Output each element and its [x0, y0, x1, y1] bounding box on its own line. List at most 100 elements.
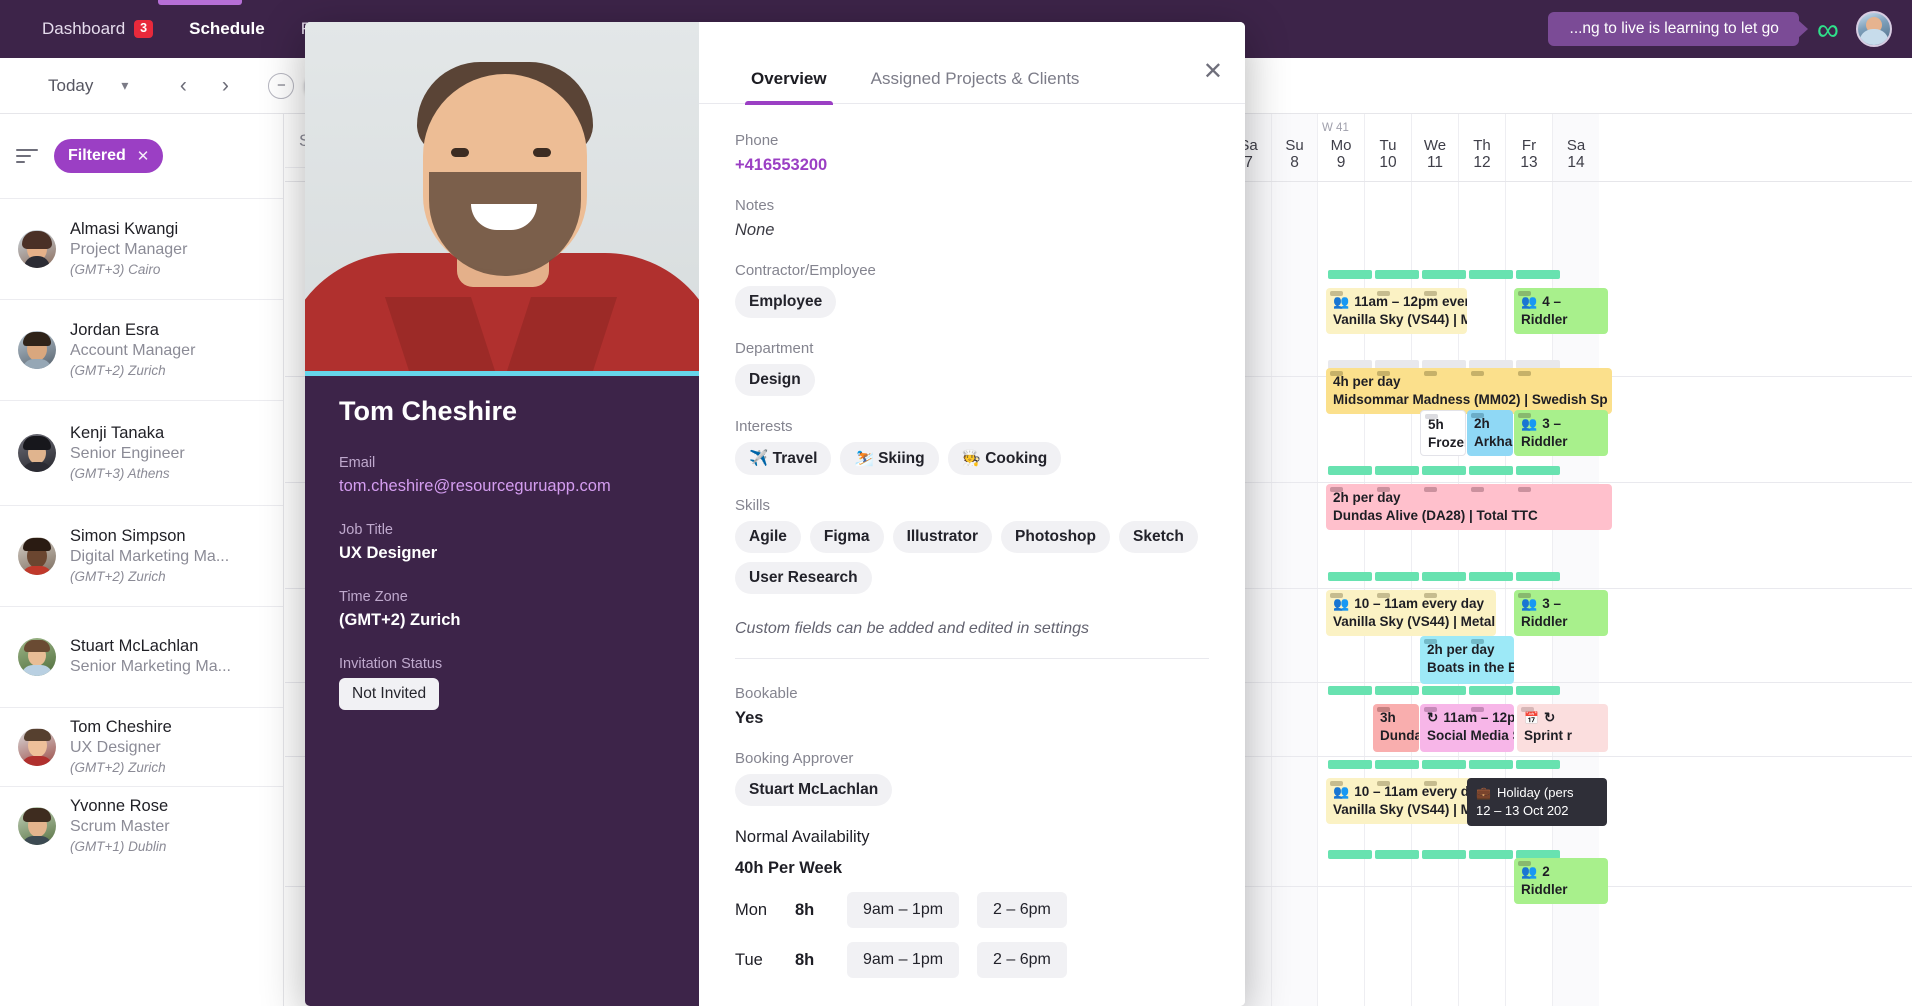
list-item[interactable]: Jordan Esra Account Manager (GMT+2) Zuri… [0, 299, 283, 400]
infinity-icon[interactable]: ∞ [1817, 14, 1839, 45]
minus-circle-icon[interactable]: − [268, 72, 295, 99]
page-title: Tom Cheshire [339, 396, 518, 426]
day-of-week: Tu [1379, 137, 1397, 154]
booking-block[interactable]: 5h Frozen [1420, 410, 1466, 456]
calendar-day-header[interactable]: Fr 13 [1505, 114, 1552, 181]
department-value: Design [735, 364, 1209, 396]
close-icon[interactable]: ✕ [1203, 60, 1223, 84]
avatar[interactable] [1856, 11, 1892, 47]
booking-title: Frozen [1428, 435, 1465, 451]
date-nav-arrows: ‹ › [168, 71, 240, 101]
modal-tabs: Overview Assigned Projects & Clients [699, 22, 1245, 105]
booking-block[interactable]: 3h Dundas [1373, 704, 1419, 752]
list-item[interactable]: Kenji Tanaka Senior Engineer (GMT+3) Ath… [0, 400, 283, 505]
tab-assigned-projects-clients[interactable]: Assigned Projects & Clients [849, 69, 1102, 103]
list-item[interactable]: Tom Cheshire UX Designer (GMT+2) Zurich [0, 707, 283, 786]
nav-item-label: Dashboard [42, 19, 126, 38]
nav-right-group: ...ng to live is learning to let go ∞ [1547, 0, 1912, 58]
day-number: 12 [1473, 154, 1491, 171]
availability-day: Mon [735, 900, 768, 919]
tab-overview[interactable]: Overview [729, 69, 849, 105]
day-number: 8 [1290, 154, 1299, 171]
notes-label: Notes [735, 197, 775, 214]
calendar-day-header[interactable]: We 11 [1411, 114, 1458, 181]
email-label: Email [339, 455, 376, 471]
booking-block[interactable]: 👥 3 – Riddler [1514, 410, 1608, 456]
day-number: 14 [1567, 154, 1585, 171]
avatar [18, 230, 56, 268]
chevron-left-icon[interactable]: ‹ [168, 71, 198, 101]
availability-slot[interactable]: 2 – 6pm [977, 892, 1067, 928]
booking-block[interactable]: 👥 4 – Riddler [1514, 288, 1608, 334]
availability-bar [1516, 466, 1560, 475]
avatar [18, 434, 56, 472]
nav-item-schedule[interactable]: Schedule [171, 0, 283, 58]
booking-title: Arkham [1474, 434, 1513, 450]
nav-item-dashboard[interactable]: Dashboard 3 [24, 0, 171, 58]
booking-block[interactable]: 📅 ↻ Sprint r [1517, 704, 1608, 752]
contractor-employee-label: Contractor/Employee [735, 262, 876, 279]
booking-time: 3 – [1542, 416, 1561, 431]
department-label: Department [735, 340, 814, 357]
holiday-tooltip: 💼 Holiday (pers 12 – 13 Oct 202 [1467, 778, 1607, 827]
chip-label: Skiing [878, 450, 925, 467]
phone-value[interactable]: +416553200 [735, 156, 1209, 175]
email-value[interactable]: tom.cheshire@resourceguruapp.com [339, 477, 665, 496]
availability-day: Tue [735, 950, 763, 969]
booking-block[interactable]: 2h per day Boats in the Bay [1420, 636, 1514, 684]
availability-row: Tue 8h 9am – 1pm 2 – 6pm [735, 942, 1209, 978]
list-item[interactable]: Almasi Kwangi Project Manager (GMT+3) Ca… [0, 198, 283, 299]
chip-interest: ✈️ Travel [735, 442, 832, 475]
resource-name: Yvonne Rose [70, 797, 169, 816]
list-item[interactable]: Yvonne Rose Scrum Master (GMT+1) Dublin [0, 786, 283, 865]
calendar-day-header[interactable]: W 41 Mo 9 [1317, 114, 1364, 181]
cooking-icon: 🧑‍🍳 [961, 450, 981, 467]
availability-slot[interactable]: 9am – 1pm [847, 892, 960, 928]
app-root: Dashboard 3 Schedule Resou ...ng to live… [0, 0, 1912, 1006]
booking-block[interactable]: 👥 2 Riddler [1514, 858, 1608, 904]
booking-block[interactable]: 👥 10 – 11am every day Vanilla Sky (VS44)… [1326, 590, 1496, 636]
booking-time: 4h per day [1333, 374, 1401, 389]
booking-block[interactable]: 2h Arkham [1467, 410, 1513, 456]
day-number: 7 [1244, 154, 1253, 171]
skills-label: Skills [735, 497, 771, 514]
contractor-employee-value: Employee [735, 286, 1209, 318]
close-icon[interactable]: ✕ [137, 147, 150, 165]
list-item[interactable]: Simon Simpson Digital Marketing Ma... (G… [0, 505, 283, 606]
nav-badge-count: 3 [134, 20, 154, 38]
availability-bar [1469, 466, 1513, 475]
booking-block[interactable]: 2h per day Dundas Alive (DA28) | Total T… [1326, 484, 1612, 530]
booking-block[interactable]: 👥 11am – 12pm every d Vanilla Sky (VS44)… [1326, 288, 1467, 334]
calendar-day-header[interactable]: Th 12 [1458, 114, 1505, 181]
booking-time: 4 – [1542, 294, 1561, 309]
booking-title: Dundas Alive (DA28) | Total TTC [1333, 508, 1538, 524]
availability-slot[interactable]: 2 – 6pm [977, 942, 1067, 978]
list-item[interactable]: Stuart McLachlan Senior Marketing Ma... [0, 606, 283, 707]
filtered-pill[interactable]: Filtered ✕ [54, 139, 164, 173]
chip-label: Cooking [985, 450, 1048, 467]
availability-bar [1328, 760, 1372, 769]
resource-name: Stuart McLachlan [70, 637, 199, 656]
booking-block[interactable]: 4h per day Midsommar Madness (MM02) | Sw… [1326, 368, 1612, 414]
chip-skill: Sketch [1118, 521, 1198, 553]
today-dropdown[interactable]: Today ▾ [48, 76, 128, 96]
resource-timezone: (GMT+3) Cairo [70, 261, 161, 277]
filter-icon[interactable] [16, 145, 38, 167]
resource-role: Digital Marketing Ma... [70, 547, 230, 565]
availability-bar [1328, 466, 1372, 475]
day-of-week: We [1423, 137, 1447, 154]
chevron-right-icon[interactable]: › [210, 71, 240, 101]
calendar-day-header[interactable]: Tu 10 [1364, 114, 1411, 181]
calendar-column[interactable] [1271, 182, 1317, 1006]
availability-slot[interactable]: 9am – 1pm [847, 942, 960, 978]
active-tab-indicator [158, 0, 242, 5]
tab-label: Overview [751, 69, 827, 88]
booking-block[interactable]: 👥 3 – Riddler [1514, 590, 1608, 636]
day-of-week: Sa [1566, 137, 1586, 154]
chevron-down-icon: ▾ [121, 77, 129, 93]
bookable-label: Bookable [735, 685, 798, 702]
calendar-day-header[interactable]: Sa 14 [1552, 114, 1599, 181]
calendar-day-header[interactable]: Su 8 [1271, 114, 1317, 181]
booking-block[interactable]: ↻ 11am – 12pm Social Media Str [1420, 704, 1514, 752]
resource-role: Scrum Master [70, 817, 170, 835]
